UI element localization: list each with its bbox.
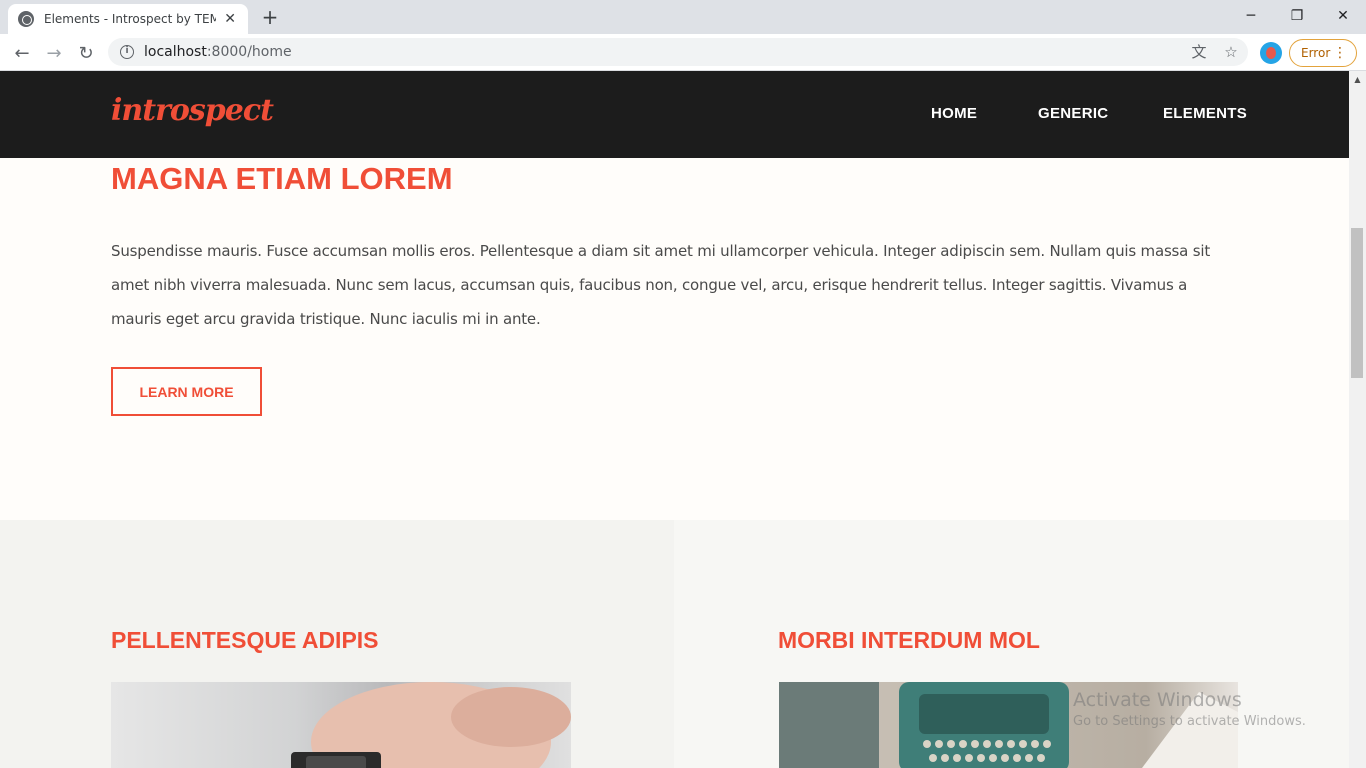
intro-heading: MAGNA ETIAM LOREM xyxy=(111,161,453,196)
scroll-up-icon[interactable]: ▲ xyxy=(1349,73,1366,87)
profile-avatar[interactable] xyxy=(1260,42,1282,64)
browser-toolbar: ← → ↻ i localhost:8000/home 文 ☆ Error ⋮ xyxy=(0,34,1366,71)
back-icon[interactable]: ← xyxy=(8,39,36,67)
translate-icon[interactable]: 文 xyxy=(1190,43,1208,61)
reload-icon[interactable]: ↻ xyxy=(72,39,100,67)
bookmark-star-icon[interactable]: ☆ xyxy=(1222,43,1240,61)
url-text[interactable]: localhost:8000/home xyxy=(144,44,292,60)
info-icon[interactable]: i xyxy=(120,45,134,59)
nav-elements[interactable]: ELEMENTS xyxy=(1163,105,1247,122)
nav-generic[interactable]: GENERIC xyxy=(1038,105,1108,122)
close-window-icon[interactable]: ✕ xyxy=(1320,0,1366,32)
more-menu-icon: ⋮ xyxy=(1333,45,1347,61)
learn-more-button[interactable]: LEARN MORE xyxy=(111,367,262,416)
close-tab-icon[interactable]: ✕ xyxy=(222,11,238,27)
smartwatch-hand-image xyxy=(111,682,571,768)
tab-title: Elements - Introspect by TEMPLATED xyxy=(44,12,217,26)
windows-activation-watermark: Activate Windows Go to Settings to activ… xyxy=(1073,689,1306,729)
forward-icon[interactable]: → xyxy=(40,39,68,67)
right-column-heading: MORBI INTERDUM MOL xyxy=(778,627,1040,653)
browser-tab[interactable]: Elements - Introspect by TEMPLATED ✕ xyxy=(8,4,248,34)
nav-home[interactable]: HOME xyxy=(931,105,977,122)
site-logo[interactable]: introspect xyxy=(111,93,274,128)
intro-paragraph: Suspendisse mauris. Fusce accumsan molli… xyxy=(111,242,1210,328)
new-tab-button[interactable]: + xyxy=(258,6,282,30)
minimize-icon[interactable]: ─ xyxy=(1228,0,1274,32)
site-header: introspect HOME GENERIC ELEMENTS xyxy=(0,71,1349,158)
page-scrollbar[interactable]: ▲ xyxy=(1349,71,1366,768)
page-viewport: introspect HOME GENERIC ELEMENTS MAGNA E… xyxy=(0,71,1349,768)
address-bar[interactable]: i localhost:8000/home 文 ☆ xyxy=(108,38,1248,66)
globe-icon xyxy=(18,11,34,27)
left-column-heading: PELLENTESQUE ADIPIS xyxy=(111,627,379,653)
tab-strip: Elements - Introspect by TEMPLATED ✕ + ─… xyxy=(0,0,1366,34)
restore-icon[interactable]: ❐ xyxy=(1274,0,1320,32)
error-button[interactable]: Error ⋮ xyxy=(1289,39,1357,67)
scrollbar-thumb[interactable] xyxy=(1351,228,1363,378)
